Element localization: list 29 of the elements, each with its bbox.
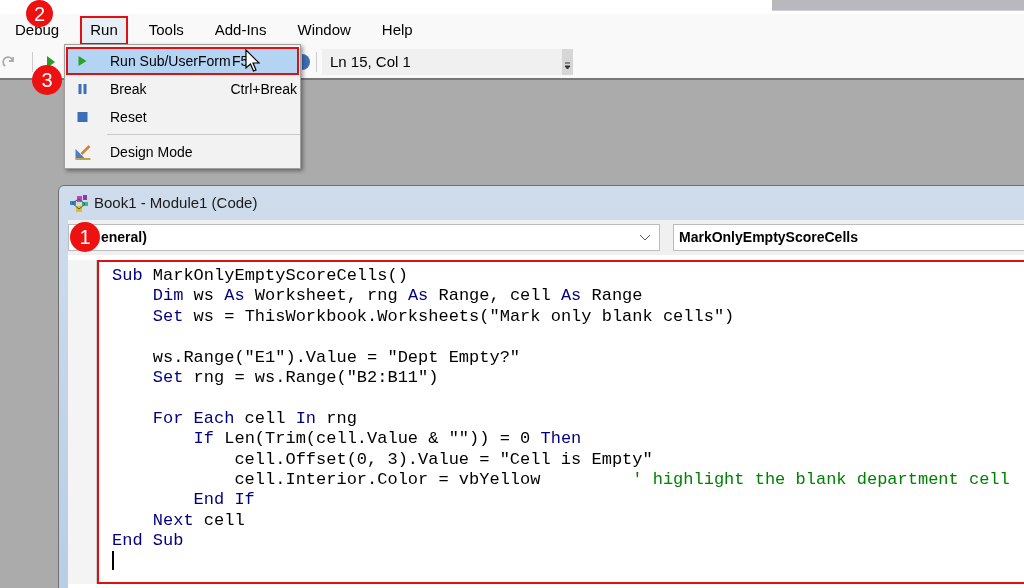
code-line: Sub MarkOnlyEmptyScoreCells() bbox=[112, 266, 409, 287]
code-line: End If bbox=[192, 490, 256, 511]
toolbar-overflow-icon[interactable] bbox=[562, 49, 573, 75]
menu-item[interactable]: Help bbox=[371, 16, 423, 45]
text-caret bbox=[112, 551, 114, 571]
menu-item[interactable]: Window bbox=[287, 16, 361, 45]
code-line: Next cell bbox=[151, 510, 246, 532]
menu-entry[interactable]: Reset bbox=[66, 103, 299, 131]
code-line: cell.Interior.Color = vbYellow ' highlight the blank department cell bbox=[233, 469, 1011, 491]
code-module-icon bbox=[68, 193, 90, 213]
code-line: If Len(Trim(cell.Value & "")) = 0 Then bbox=[192, 429, 583, 450]
menu-entry[interactable]: Design Mode bbox=[66, 138, 299, 166]
code-line: Set ws = ThisWorkbook.Worksheets("Mark only blank cells") bbox=[151, 306, 736, 328]
mouse-cursor-icon bbox=[245, 49, 261, 73]
code-line: cell.Offset(0, 3).Value = "Cell is Empty" bbox=[233, 449, 654, 470]
code-line: Set rng = ws.Range("B2:B11") bbox=[151, 367, 440, 389]
code-line: ws.Range("E1").Value = "Dept Empty?" bbox=[151, 347, 522, 368]
menu-item[interactable]: Add-Ins bbox=[204, 16, 277, 45]
menu-entry[interactable]: Break Ctrl+Break bbox=[66, 75, 299, 103]
window-title: Book1 - Module1 (Code) bbox=[94, 192, 258, 213]
code-line: For Each cell In rng bbox=[151, 408, 358, 430]
code-line: Dim ws As Worksheet, rng As Range, cell As Range bbox=[151, 286, 644, 307]
position-field: Ln 15, Col 1 bbox=[322, 49, 562, 75]
menu-item[interactable]: Run bbox=[80, 16, 128, 45]
step-number-badge: 3 bbox=[32, 65, 62, 95]
procedure-dropdown[interactable]: MarkOnlyEmptyScoreCells bbox=[673, 224, 1024, 251]
ruler-pencil-icon bbox=[74, 144, 92, 160]
code-line: End Sub bbox=[112, 531, 185, 552]
menu-item[interactable]: Tools bbox=[138, 16, 194, 45]
